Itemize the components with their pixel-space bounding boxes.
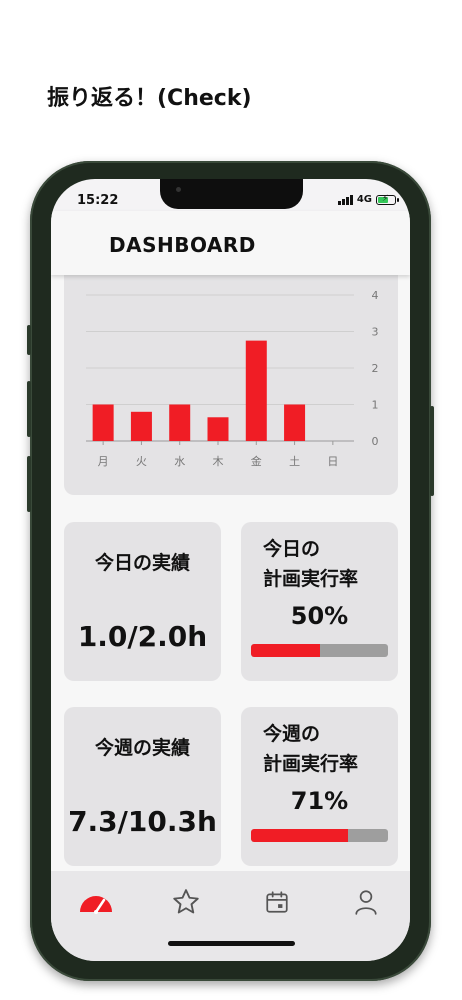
today-actual-value: 1.0/2.0h <box>77 620 208 653</box>
today-rate-label: 今日の 計画実行率 <box>263 538 359 590</box>
today-rate-percent: 50% <box>290 602 349 630</box>
x-tick-label: 月 <box>98 455 109 468</box>
home-indicator <box>168 941 295 946</box>
tab-dashboard[interactable] <box>76 885 116 919</box>
dashboard-content[interactable]: 0 1 2 3 4 月 火 水 木 金 土 日 今日の実績 1.0/2.0h 今日の 計画実行率 50… <box>51 275 410 871</box>
chart-bar <box>130 411 152 441</box>
chart-bar <box>245 340 267 441</box>
today-rate-card: 今日の 計画実行率 50% <box>241 522 398 681</box>
y-tick-label: 4 <box>372 289 379 302</box>
x-tick-label: 日 <box>327 455 338 468</box>
camera-dot <box>176 187 181 192</box>
page-caption: 振り返る！(Check) <box>47 86 252 111</box>
notch <box>160 179 303 209</box>
week-rate-card: 今週の 計画実行率 71% <box>241 707 398 866</box>
week-actual-label: 今週の実績 <box>94 737 190 759</box>
tab-favorites[interactable] <box>166 885 206 919</box>
y-tick-label: 2 <box>372 362 379 375</box>
week-actual-value: 7.3/10.3h <box>68 805 217 838</box>
y-tick-label: 0 <box>372 435 379 448</box>
speedometer-icon <box>80 896 112 914</box>
volume-up-button <box>27 381 31 437</box>
chart-bar <box>207 417 229 441</box>
week-rate-percent: 71% <box>290 787 349 815</box>
x-tick-label: 水 <box>174 455 185 468</box>
star-icon <box>173 889 199 914</box>
tab-profile[interactable] <box>346 885 386 919</box>
weekly-bar-chart: 0 1 2 3 4 月 火 水 木 金 土 日 <box>64 275 398 495</box>
week-rate-progress <box>251 829 388 842</box>
bar-chart-svg: 0 1 2 3 4 月 火 水 木 金 土 日 <box>86 289 379 468</box>
status-time: 15:22 <box>77 193 119 208</box>
battery-icon: ⚡ <box>376 194 399 205</box>
chart-bar <box>169 404 191 441</box>
calendar-icon <box>266 891 288 913</box>
x-tick-label: 金 <box>251 454 262 468</box>
week-actual-card: 今週の実績 7.3/10.3h <box>64 707 221 866</box>
signal-icon <box>337 194 353 205</box>
chart-bar <box>284 404 306 441</box>
x-tick-label: 火 <box>136 455 147 468</box>
power-button <box>430 406 434 496</box>
tab-bar <box>51 871 410 961</box>
today-rate-progress-fill <box>251 644 320 657</box>
x-tick-label: 木 <box>213 455 224 468</box>
today-actual-card: 今日の実績 1.0/2.0h <box>64 522 221 681</box>
network-label: 4G <box>356 194 372 205</box>
tab-calendar[interactable] <box>257 885 297 919</box>
x-tick-label: 土 <box>289 455 300 468</box>
phone-frame: 15:22 4G ⚡ DASHBOARD 0 1 2 3 4 月 火 水 木 金 土 日 今日の実績 … <box>27 161 434 981</box>
chart-bar <box>92 404 114 441</box>
volume-down-button <box>27 456 31 512</box>
mute-switch <box>27 325 31 355</box>
person-icon <box>355 890 377 915</box>
app-header: DASHBOARD <box>51 211 410 275</box>
today-rate-progress <box>251 644 388 657</box>
y-tick-label: 1 <box>372 399 379 412</box>
today-actual-label: 今日の実績 <box>94 552 190 574</box>
week-rate-label: 今週の 計画実行率 <box>263 723 359 775</box>
y-tick-label: 3 <box>372 326 379 339</box>
phone-screen: 15:22 4G ⚡ DASHBOARD 0 1 2 3 4 月 火 水 木 金 土 日 今日の実績 … <box>51 179 410 961</box>
week-rate-progress-fill <box>251 829 349 842</box>
status-indicators: 4G ⚡ <box>337 194 399 205</box>
page-title: DASHBOARD <box>109 233 256 257</box>
